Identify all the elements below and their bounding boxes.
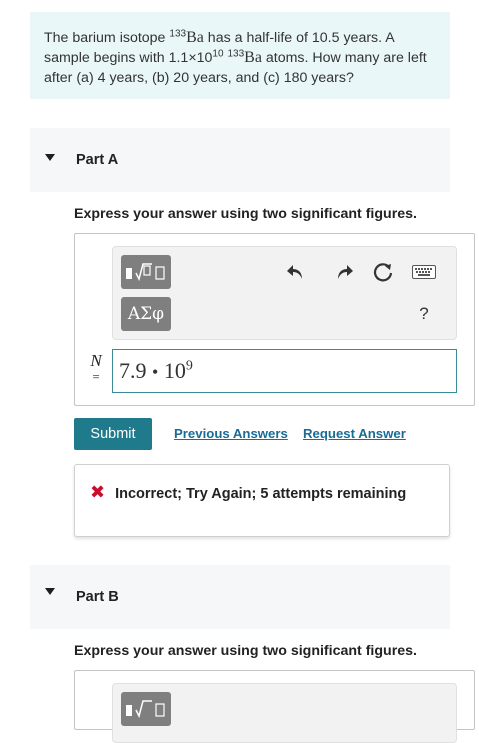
isotope-mass: 133	[169, 28, 187, 40]
math-toolbar-b	[112, 683, 457, 743]
templates-icon[interactable]	[121, 255, 171, 289]
greek-label: ΑΣφ	[127, 304, 165, 324]
help-label: ?	[419, 304, 429, 323]
element-symbol: Ba	[244, 49, 262, 66]
feedback-box: ✖ Incorrect; Try Again; 5 attempts remain…	[74, 464, 450, 537]
templates-icon[interactable]	[121, 692, 171, 726]
feedback-text: Incorrect; Try Again; 5 attempts remaini…	[115, 486, 407, 502]
answer-box: ΑΣφ ? N = 7.9 • 109	[74, 233, 475, 406]
answer-mantissa: 7.9	[119, 358, 147, 383]
submit-button[interactable]: Submit	[74, 418, 152, 450]
part-b-instruction: Express your answer using two significan…	[74, 643, 417, 659]
part-b-header[interactable]: Part B	[30, 565, 450, 629]
variable-name: N	[90, 351, 102, 370]
part-a-instruction: Express your answer using two significan…	[74, 206, 417, 222]
answer-exponent: 9	[185, 358, 193, 374]
x-icon: ✖	[90, 482, 106, 502]
question-text-part: The barium isotope	[44, 30, 170, 46]
answer-input[interactable]: 7.9 • 109	[112, 349, 457, 393]
greek-symbols-button[interactable]: ΑΣφ	[121, 297, 171, 331]
part-a-header[interactable]: Part A	[30, 128, 450, 192]
question-text: The barium isotope 133Ba has a half-life…	[30, 12, 450, 99]
submit-label: Submit	[90, 426, 136, 442]
help-button[interactable]: ?	[413, 303, 435, 325]
redo-icon[interactable]	[333, 261, 355, 283]
isotope-mass: 133	[227, 48, 245, 60]
answer-base: 10	[163, 358, 186, 383]
keyboard-icon[interactable]	[411, 262, 437, 282]
reset-icon[interactable]	[371, 260, 395, 284]
exponent: 10	[212, 48, 224, 60]
math-toolbar: ΑΣφ ?	[112, 246, 457, 340]
equals-sign: =	[92, 369, 100, 384]
caret-down-icon	[45, 588, 55, 595]
caret-down-icon	[45, 154, 55, 161]
variable-label: N =	[86, 352, 106, 384]
answer-box-b	[74, 670, 475, 743]
undo-icon[interactable]	[285, 261, 307, 283]
part-a-title: Part A	[76, 152, 119, 168]
previous-answers-link[interactable]: Previous Answers	[174, 426, 288, 441]
answer-multiply-dot: •	[152, 362, 159, 382]
part-b-title: Part B	[76, 589, 119, 605]
element-symbol: Ba	[186, 29, 204, 46]
request-answer-link[interactable]: Request Answer	[303, 426, 406, 441]
templates-icon-graphic	[126, 263, 165, 282]
